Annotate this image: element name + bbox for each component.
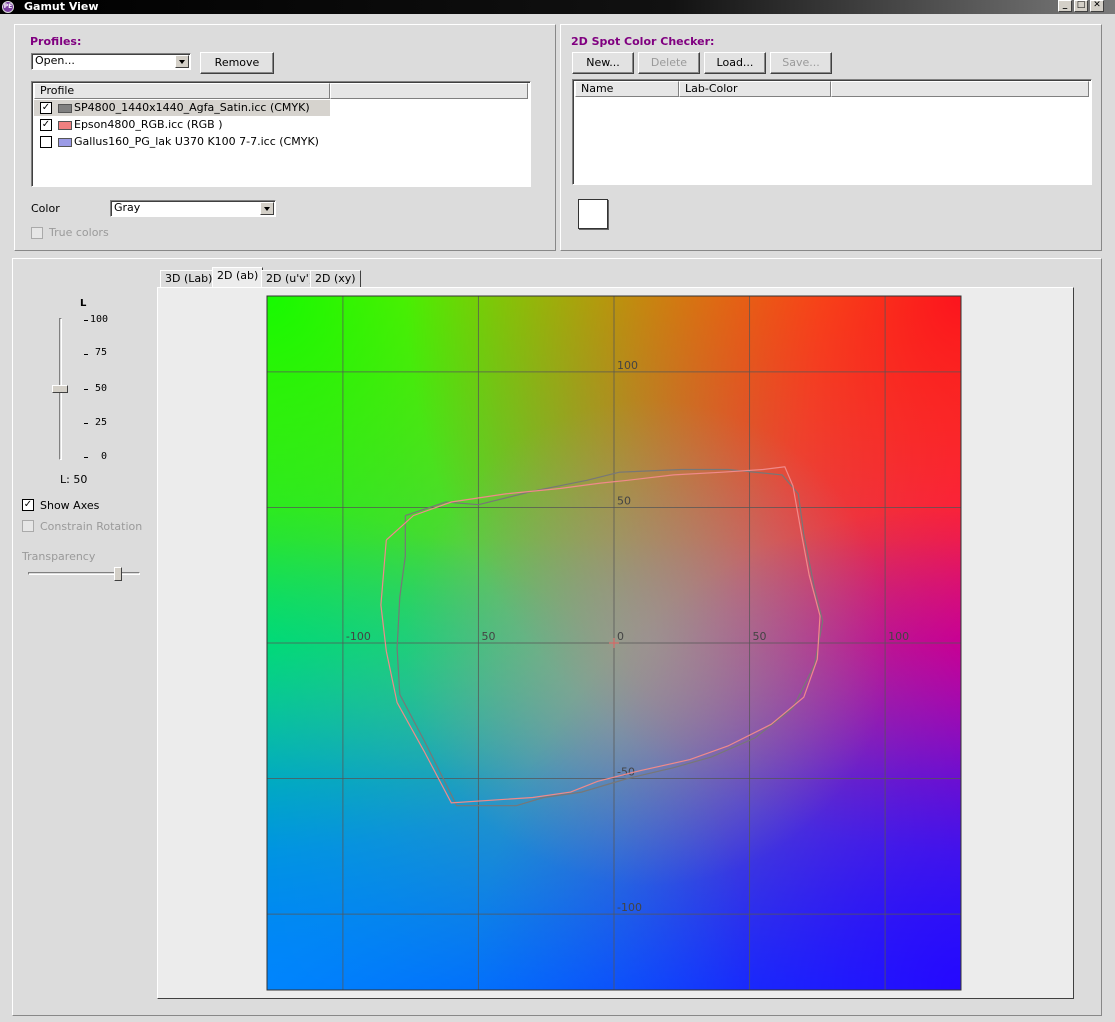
- y-tick-label: -100: [617, 901, 642, 914]
- y-tick-label: 100: [617, 359, 638, 372]
- x-tick-label: 50: [753, 630, 767, 643]
- x-tick-label: 0: [617, 630, 624, 643]
- x-tick-label: 100: [888, 630, 909, 643]
- x-tick-label: -100: [346, 630, 371, 643]
- gamut-plot[interactable]: -100 50 0 50 10010050-50-100: [0, 0, 1115, 1022]
- y-tick-label: 50: [617, 494, 631, 507]
- x-tick-label: 50: [481, 630, 495, 643]
